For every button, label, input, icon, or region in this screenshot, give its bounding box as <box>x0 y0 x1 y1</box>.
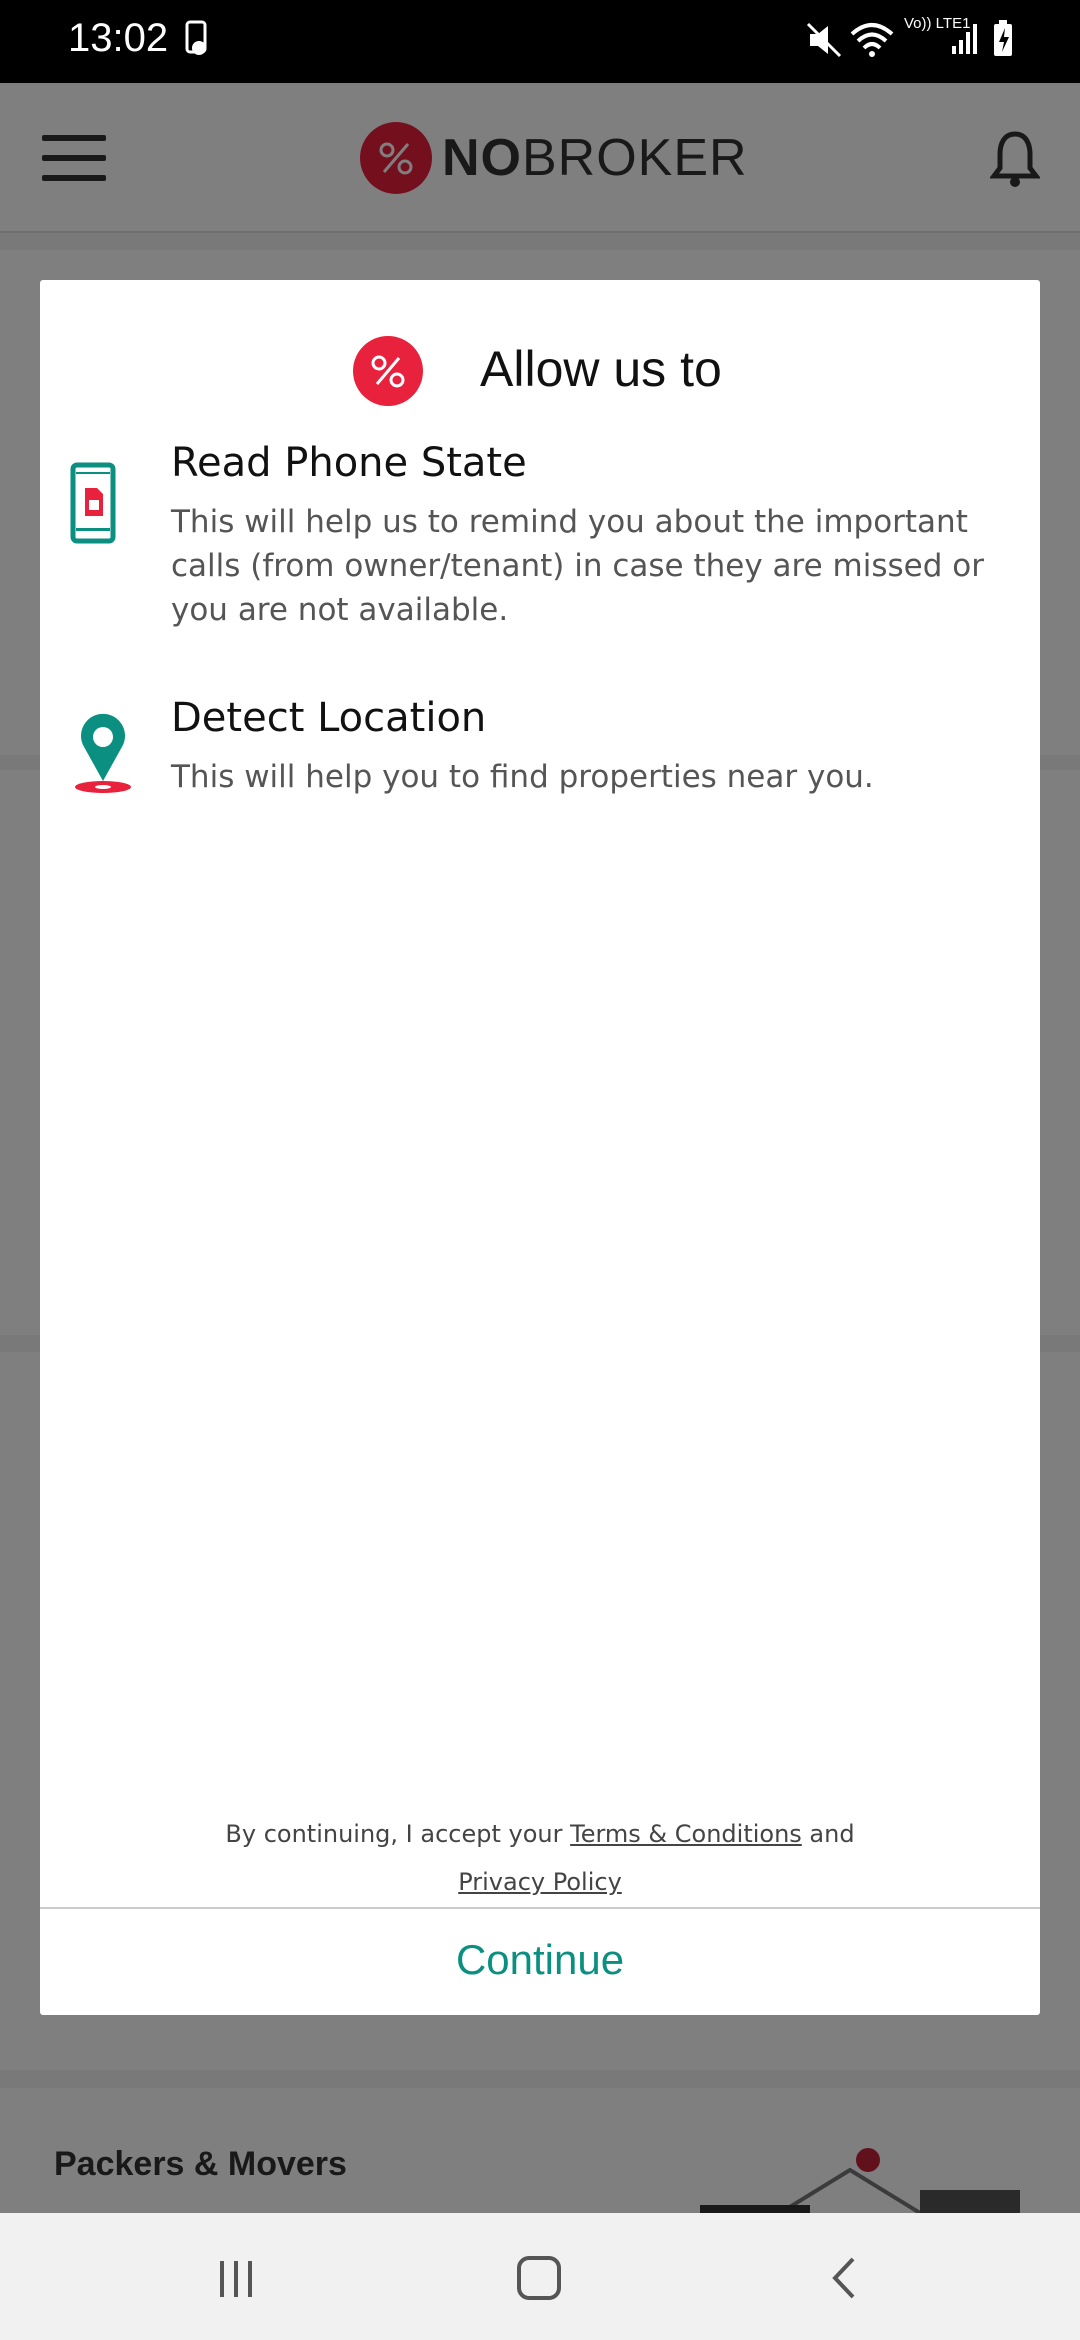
status-time: 13:02 <box>68 16 169 60</box>
permission-title: Read Phone State <box>171 440 527 486</box>
battery-charging-icon <box>994 20 1012 56</box>
signal-icon <box>952 24 977 54</box>
permission-title: Detect Location <box>171 695 487 741</box>
permission-description: This will help you to find properties ne… <box>171 759 874 795</box>
recent-apps-icon[interactable] <box>206 2253 266 2303</box>
terms-link[interactable]: Terms & Conditions <box>570 1820 802 1848</box>
dialog-header: Allow us to <box>40 330 1040 420</box>
permission-dialog: Allow us to Read Phone State This will h… <box>40 280 1040 2015</box>
touch-icon <box>185 20 207 55</box>
location-pin-icon <box>75 713 131 793</box>
brand-logo-icon <box>353 336 423 406</box>
permission-description: This will help us to remind you about th… <box>171 504 984 628</box>
dialog-title: Allow us to <box>480 341 722 397</box>
system-nav-bar <box>0 2213 1080 2340</box>
consent-text: By continuing, I accept your Terms & Con… <box>225 1820 855 1896</box>
divider <box>40 1907 1040 1909</box>
continue-button[interactable]: Continue <box>40 1910 1040 2010</box>
phone-sim-icon <box>70 462 116 544</box>
wifi-icon <box>850 23 894 57</box>
back-icon[interactable] <box>815 2253 875 2303</box>
mute-icon <box>806 22 842 58</box>
privacy-policy-link[interactable]: Privacy Policy <box>458 1868 622 1896</box>
status-bar: 13:02 Vo)) LTE1 <box>0 0 1080 83</box>
home-icon[interactable] <box>510 2253 570 2303</box>
